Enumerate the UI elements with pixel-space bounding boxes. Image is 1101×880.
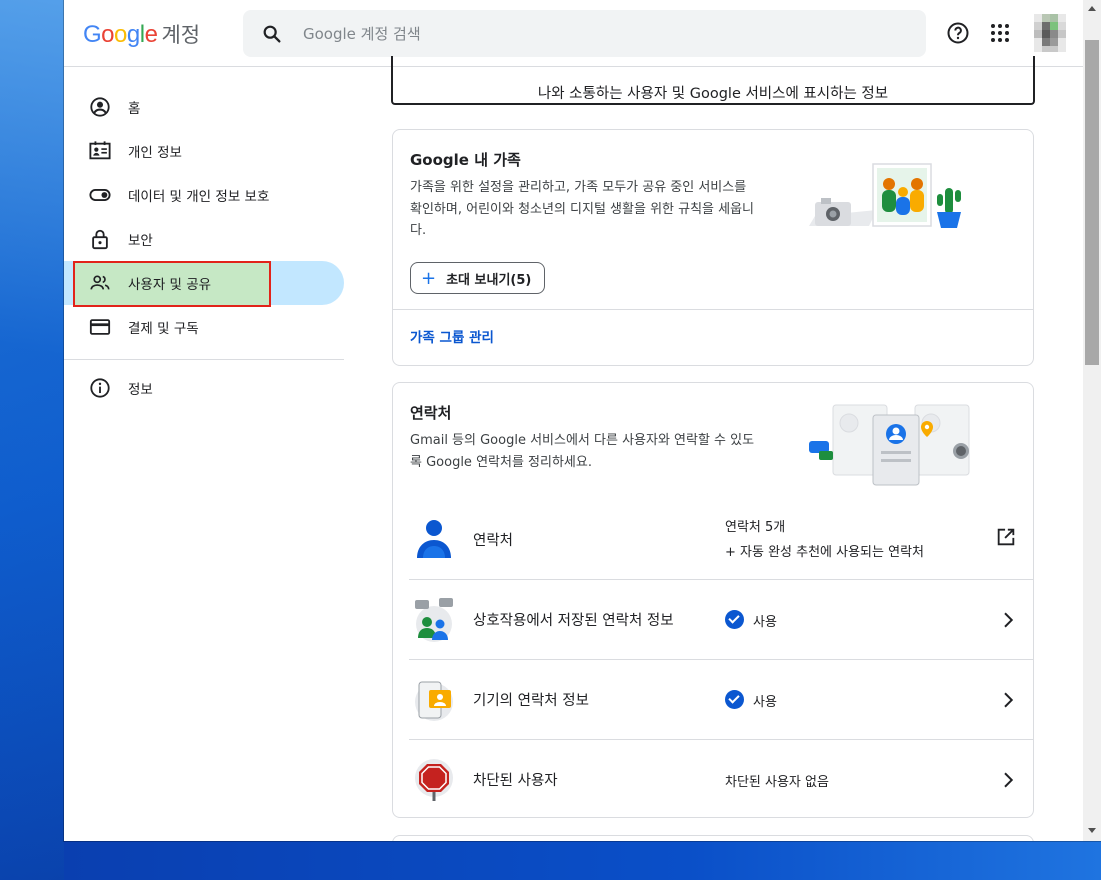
- contacts-illustration: [809, 404, 970, 486]
- sidebar-item-payments[interactable]: 결제 및 구독: [64, 305, 354, 349]
- people-icon: [90, 275, 110, 290]
- next-card-partial: [392, 835, 1034, 841]
- interactions-icon: [415, 598, 453, 642]
- scroll-up-arrow-icon[interactable]: [1088, 6, 1096, 11]
- logo-letter: g: [126, 21, 140, 48]
- sidebar-item-label: 사용자 및 공유: [128, 277, 212, 293]
- manage-family-link[interactable]: 가족 그룹 관리: [410, 326, 494, 346]
- sidebar-item-about[interactable]: 정보: [64, 366, 354, 410]
- sidebar-item-personal-info[interactable]: 개인 정보: [64, 129, 354, 173]
- search-icon[interactable]: [261, 23, 283, 45]
- browser-window: Google계정 홈 개인 정보 데이터 및 개인 정보 보호: [64, 0, 1101, 841]
- help-icon[interactable]: [946, 21, 970, 45]
- contacts-autocomplete-note: + 자동 완성 추천에 사용되는 연락처: [725, 545, 924, 560]
- logo-letter: G: [83, 21, 102, 48]
- row-title: 차단된 사용자: [473, 773, 558, 789]
- contacts-count: 연락처 5개: [725, 520, 786, 535]
- sidebar-item-label: 보안: [128, 233, 153, 249]
- desktop-background: [0, 0, 64, 880]
- chevron-right-icon[interactable]: [999, 691, 1017, 709]
- interaction-contacts-row[interactable]: 상호작용에서 저장된 연락처 정보 사용: [409, 580, 1033, 660]
- sidebar-divider: [64, 359, 344, 360]
- family-card: Google 내 가족 가족을 위한 설정을 관리하고, 가족 모두가 공유 중…: [392, 129, 1034, 366]
- logo-letter: o: [101, 21, 115, 48]
- row-title: 상호작용에서 저장된 연락처 정보: [473, 613, 674, 629]
- search-input[interactable]: [301, 18, 905, 50]
- contacts-row[interactable]: 연락처 연락처 5개 + 자동 완성 추천에 사용되는 연락처: [409, 500, 1033, 580]
- logo-product-name: 계정: [161, 24, 201, 47]
- id-card-icon: [89, 141, 111, 160]
- toggle-icon: [89, 189, 111, 201]
- invite-label: 초대 보내기(5): [446, 272, 532, 288]
- search-bar[interactable]: [243, 10, 926, 57]
- vertical-scrollbar[interactable]: [1083, 0, 1101, 841]
- contact-person-icon: [417, 520, 451, 558]
- sidebar-item-label: 홈: [128, 101, 141, 117]
- contacts-card: 연락처 Gmail 등의 Google 서비스에서 다른 사용자와 연락할 수 …: [392, 382, 1034, 818]
- people-info-card[interactable]: 나와 소통하는 사용자 및 Google 서비스에 표시하는 정보: [391, 56, 1035, 105]
- row-status: 차단된 사용자 없음: [725, 775, 829, 790]
- card-divider: [393, 309, 1033, 310]
- sidebar-item-security[interactable]: 보안: [64, 217, 354, 261]
- desktop-background-bottom: [64, 841, 1101, 880]
- contacts-title: 연락처: [410, 404, 452, 422]
- family-illustration: [809, 163, 961, 228]
- check-circle-icon: [725, 610, 744, 629]
- scrollbar-thumb[interactable]: [1085, 40, 1099, 365]
- contacts-description: Gmail 등의 Google 서비스에서 다른 사용자와 연락할 수 있도록 …: [410, 433, 755, 470]
- stop-sign-icon: [415, 759, 453, 801]
- family-title: Google 내 가족: [410, 151, 521, 169]
- sidebar-item-home[interactable]: 홈: [64, 85, 354, 129]
- chevron-right-icon[interactable]: [999, 611, 1017, 629]
- credit-card-icon: [89, 319, 111, 335]
- avatar[interactable]: [1034, 14, 1066, 52]
- row-status: 사용: [753, 615, 777, 630]
- scroll-down-arrow-icon[interactable]: [1088, 828, 1096, 833]
- open-in-new-icon[interactable]: [995, 526, 1017, 548]
- sidebar-item-label: 데이터 및 개인 정보 보호: [128, 189, 270, 205]
- blocked-users-row[interactable]: 차단된 사용자 차단된 사용자 없음: [409, 740, 1033, 817]
- family-description: 가족을 위한 설정을 관리하고, 가족 모두가 공유 중인 서비스를 확인하며,…: [410, 180, 755, 238]
- row-title: 연락처: [473, 533, 514, 549]
- chevron-right-icon[interactable]: [999, 771, 1017, 789]
- apps-icon[interactable]: [988, 21, 1012, 45]
- logo-letter: o: [114, 21, 127, 48]
- row-title: 기기의 연락처 정보: [473, 693, 589, 709]
- logo-letter: e: [144, 21, 158, 48]
- lock-icon: [92, 229, 108, 250]
- sidebar-item-label: 결제 및 구독: [128, 321, 199, 337]
- send-invite-button[interactable]: + 초대 보내기(5): [410, 262, 545, 294]
- check-circle-icon: [725, 690, 744, 709]
- sidebar-item-data-privacy[interactable]: 데이터 및 개인 정보 보호: [64, 173, 354, 217]
- add-icon: +: [421, 267, 437, 289]
- info-icon: [90, 378, 110, 398]
- sidebar-nav: 홈 개인 정보 데이터 및 개인 정보 보호 보안 사용자 및 공유 결제 및 …: [64, 85, 354, 410]
- row-status: 사용: [753, 695, 777, 710]
- people-info-text: 나와 소통하는 사용자 및 Google 서비스에 표시하는 정보: [537, 86, 889, 102]
- sidebar-item-label: 개인 정보: [128, 145, 182, 161]
- account-circle-icon: [90, 97, 110, 117]
- device-contacts-row[interactable]: 기기의 연락처 정보 사용: [409, 660, 1033, 740]
- google-account-logo[interactable]: Google 계정: [83, 19, 200, 49]
- sidebar-item-label: 정보: [128, 382, 153, 398]
- device-contacts-icon: [415, 681, 453, 721]
- sidebar-item-people-sharing[interactable]: 사용자 및 공유: [64, 261, 354, 307]
